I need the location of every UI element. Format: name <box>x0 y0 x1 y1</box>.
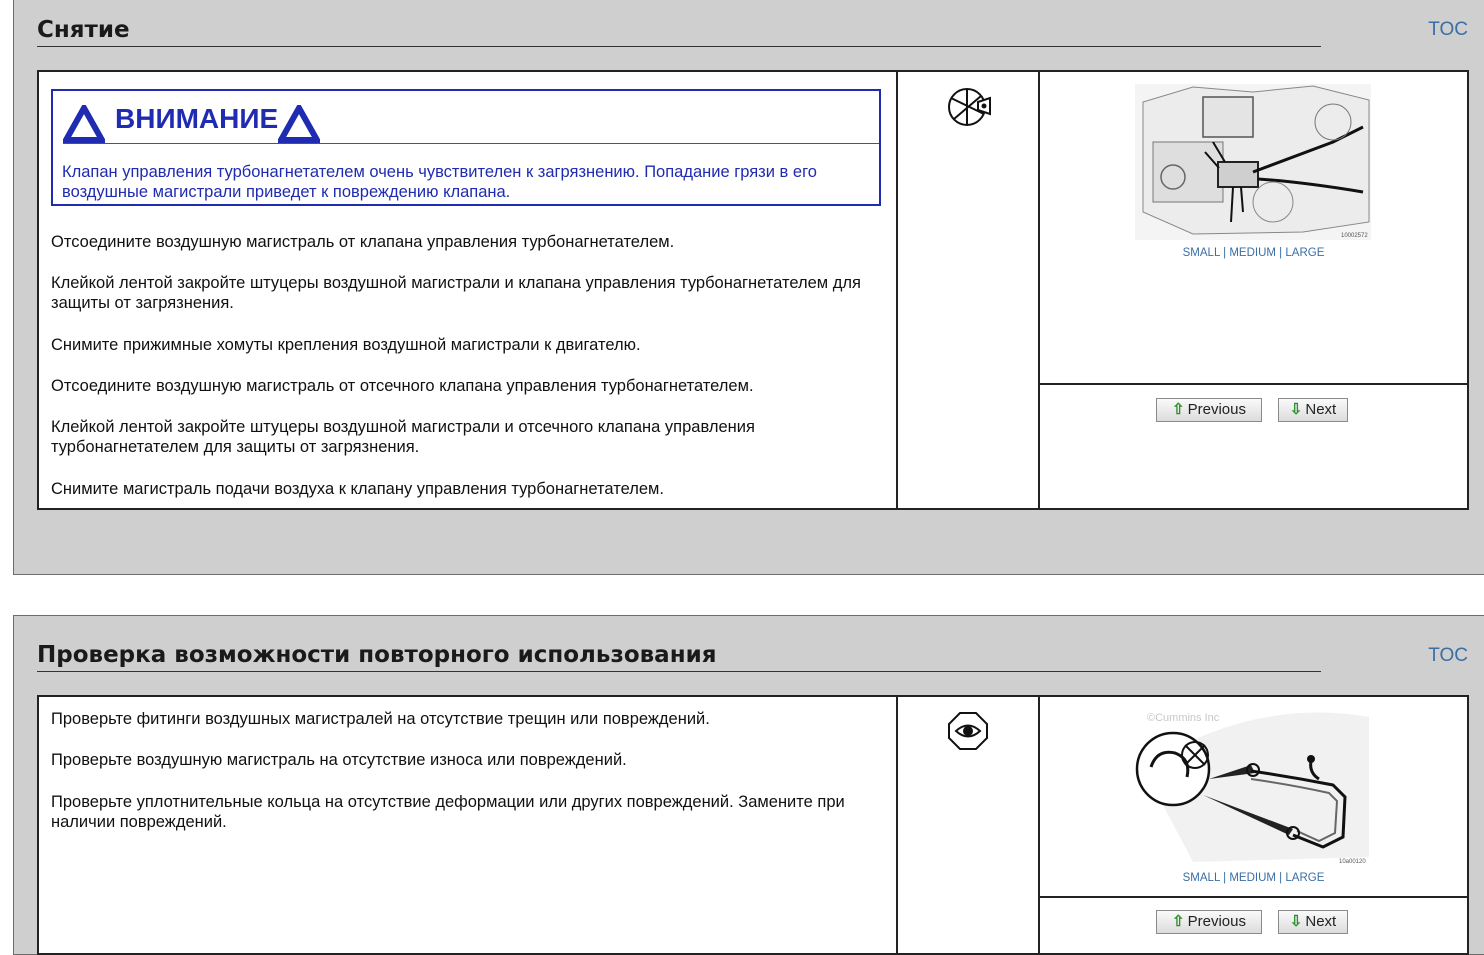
instructions-column: Проверьте фитинги воздушных магистралей … <box>39 697 898 953</box>
image-id: 10002572 <box>1341 233 1368 239</box>
step-text: Снимите прижимные хомуты крепления возду… <box>51 336 641 354</box>
separator: | <box>1223 247 1227 259</box>
illustration-image[interactable]: 10002572 <box>1133 82 1373 242</box>
image-large-link[interactable]: LARGE <box>1285 247 1324 259</box>
procedure-table: Проверьте фитинги воздушных магистралей … <box>37 695 1469 955</box>
next-button[interactable]: ⇩ Next <box>1278 398 1348 422</box>
step-text: Клейкой лентой закройте штуцеры воздушно… <box>51 274 861 312</box>
caution-label: ВНИМАНИЕ <box>115 103 279 134</box>
separator: | <box>1279 247 1283 259</box>
image-size-links: SMALL | MEDIUM | LARGE <box>1040 872 1467 884</box>
illustration-image[interactable]: ©Cummins Inc 10a00120 <box>1133 707 1373 867</box>
illustration-column: ©Cummins Inc 10a00120 SMALL | MEDIUM | L… <box>1040 697 1467 953</box>
eye-inspection-icon <box>948 712 988 750</box>
previous-button[interactable]: ⇧ Previous <box>1156 910 1262 934</box>
toc-link[interactable]: TOC <box>1428 645 1468 667</box>
step-text: Снимите магистраль подачи воздуха к клап… <box>51 480 664 498</box>
warning-triangle-icon <box>278 105 320 143</box>
next-label: Next <box>1305 401 1337 418</box>
arrow-up-icon: ⇧ <box>1172 913 1185 930</box>
step-text: Проверьте воздушную магистраль на отсутс… <box>51 751 627 769</box>
instructions-column: ВНИМАНИЕ Клапан управления турбонагнетат… <box>39 72 898 508</box>
separator: | <box>1223 872 1227 884</box>
next-label: Next <box>1305 913 1337 930</box>
section-removal: Снятие TOC ВНИМАНИЕ Клапан управления ту… <box>13 0 1484 575</box>
caution-box: ВНИМАНИЕ Клапан управления турбонагнетат… <box>51 89 881 206</box>
step-text: Проверьте уплотнительные кольца на отсут… <box>51 793 845 831</box>
step-text: Проверьте фитинги воздушных магистралей … <box>51 710 710 728</box>
symbol-column <box>898 72 1040 508</box>
step-text: Клейкой лентой закройте штуцеры воздушно… <box>51 418 755 456</box>
step-text: Отсоедините воздушную магистраль от клап… <box>51 233 675 251</box>
section-title: Проверка возможности повторного использо… <box>37 640 1321 672</box>
toc-link[interactable]: TOC <box>1428 19 1468 41</box>
arrow-down-icon: ⇩ <box>1289 401 1303 418</box>
arrow-down-icon: ⇩ <box>1289 913 1303 930</box>
caution-header: ВНИМАНИЕ <box>63 99 879 144</box>
image-id: 10a00120 <box>1339 859 1366 865</box>
image-small-link[interactable]: SMALL <box>1183 247 1220 259</box>
image-medium-link[interactable]: MEDIUM <box>1229 872 1276 884</box>
section-reuse-check: Проверка возможности повторного использо… <box>13 615 1484 955</box>
warning-triangle-icon <box>63 105 105 143</box>
image-small-link[interactable]: SMALL <box>1183 872 1220 884</box>
previous-button[interactable]: ⇧ Previous <box>1156 398 1262 422</box>
separator: | <box>1279 872 1283 884</box>
divider <box>1040 896 1467 898</box>
caution-text: Клапан управления турбонагнетателем очен… <box>62 163 817 201</box>
procedure-table: ВНИМАНИЕ Клапан управления турбонагнетат… <box>37 70 1469 510</box>
image-large-link[interactable]: LARGE <box>1285 872 1324 884</box>
wrench-removal-symbol-icon <box>948 88 991 126</box>
symbol-column <box>898 697 1040 953</box>
previous-label: Previous <box>1187 401 1246 418</box>
divider <box>1040 383 1467 385</box>
image-watermark: ©Cummins Inc <box>1147 712 1220 724</box>
image-size-links: SMALL | MEDIUM | LARGE <box>1040 247 1467 259</box>
previous-label: Previous <box>1187 913 1246 930</box>
illustration-column: 10002572 SMALL | MEDIUM | LARGE ⇧ Previou… <box>1040 72 1467 508</box>
image-medium-link[interactable]: MEDIUM <box>1229 247 1276 259</box>
step-text: Отсоедините воздушную магистраль от отсе… <box>51 377 754 395</box>
arrow-up-icon: ⇧ <box>1172 401 1185 418</box>
next-button[interactable]: ⇩ Next <box>1278 910 1348 934</box>
section-title: Снятие <box>37 15 1321 47</box>
